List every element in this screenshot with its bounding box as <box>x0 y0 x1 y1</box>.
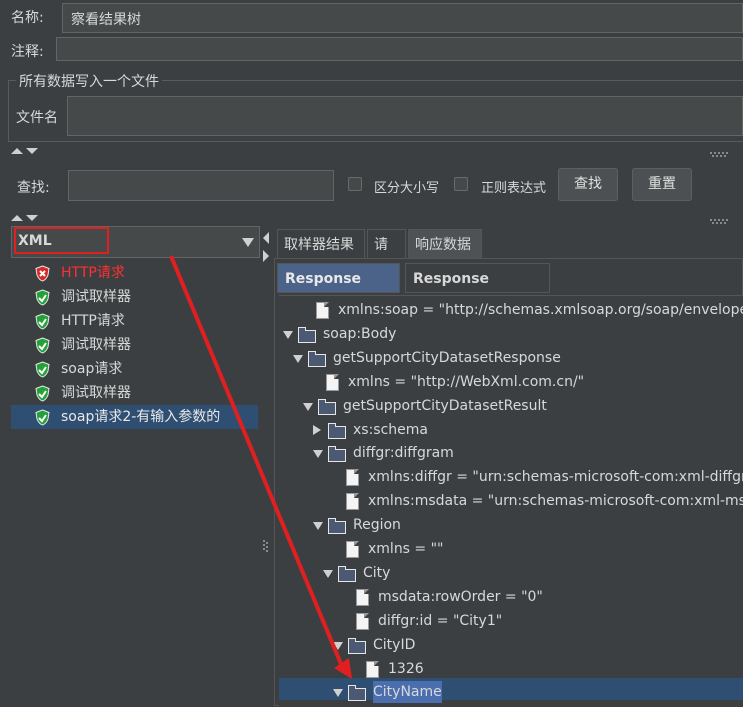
annotation-arrow <box>169 255 352 679</box>
